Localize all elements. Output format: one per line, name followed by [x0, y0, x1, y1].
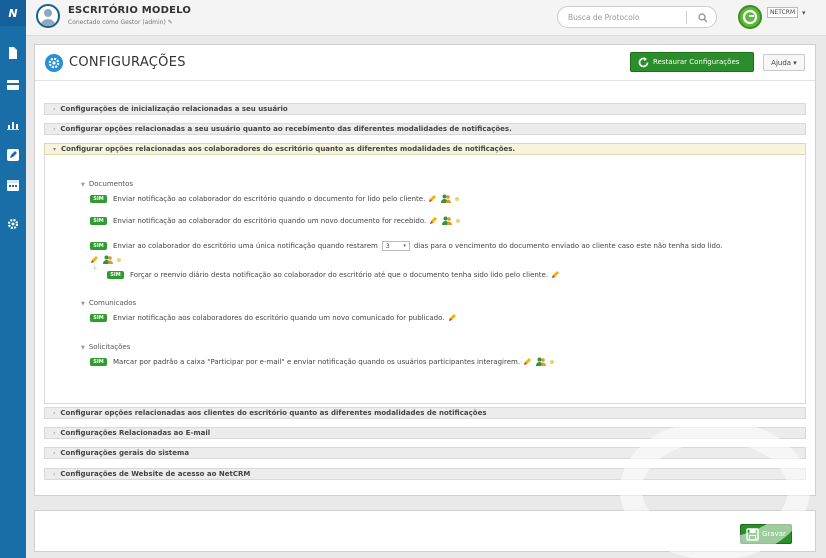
status-dot-icon — [455, 196, 460, 201]
days-select[interactable]: 3 ▾ — [381, 241, 410, 251]
help-button[interactable]: Ajuda ▾ — [763, 54, 805, 71]
top-bar: ESCRITÓRIO MODELO Conectado como Gestor … — [26, 0, 826, 36]
logged-as-text[interactable]: Conectado como Gestor (admin) ✎ — [68, 19, 173, 26]
chevron-right-icon: › — [53, 430, 56, 437]
refresh-icon — [637, 56, 650, 69]
chevron-right-icon: › — [53, 106, 56, 113]
chart-icon[interactable] — [6, 118, 20, 132]
users-icon[interactable] — [441, 194, 452, 203]
search-placeholder: Busca de Protocolo — [568, 13, 640, 22]
option-label-suffix: dias para o vencimento do documento envi… — [413, 242, 723, 250]
sub-item-marker-icon: └ — [93, 266, 97, 273]
panel-header: CONFIGURAÇÕES Restaurar Configurações Aj… — [35, 45, 815, 81]
divider — [686, 11, 687, 24]
save-icon — [746, 528, 759, 541]
option-doc-due: SIM Enviar ao colaborador do escritório … — [90, 241, 722, 251]
app-logo[interactable]: N — [0, 0, 26, 26]
users-icon[interactable] — [536, 357, 547, 366]
card-icon[interactable] — [6, 78, 20, 92]
accordion-label: Configurações gerais do sistema — [60, 449, 190, 457]
restore-settings-label: Restaurar Configurações — [653, 58, 740, 66]
gear-icon[interactable] — [6, 217, 20, 231]
toggle-sim[interactable]: SIM — [90, 216, 107, 225]
users-icon[interactable] — [103, 255, 113, 264]
toggle-sim[interactable]: SIM — [90, 313, 107, 322]
option-label: Enviar notificação ao colaborador do esc… — [113, 194, 426, 203]
footer-bar: Gravar — [34, 510, 816, 552]
accordion-item-email[interactable]: › Configurações Relacionadas ao E-mail — [44, 427, 806, 439]
page-title: CONFIGURAÇÕES — [69, 55, 186, 70]
save-label: Gravar — [762, 530, 786, 538]
edit-icon[interactable] — [6, 148, 20, 162]
option-announcement: SIM Enviar notificação aos colaboradores… — [90, 313, 457, 322]
office-name: ESCRITÓRIO MODELO — [68, 5, 192, 16]
accordion-item-staff-notifications[interactable]: ▾ Configurar opções relacionadas aos cola… — [44, 143, 806, 155]
toggle-sim[interactable]: SIM — [90, 357, 107, 366]
option-requests: SIM Marcar por padrão a caixa "Participa… — [90, 357, 555, 366]
save-button[interactable]: Gravar — [740, 524, 792, 544]
toggle-sim[interactable]: SIM — [90, 242, 107, 250]
accordion-content: ▼ Documentos SIM Enviar notificação ao co… — [44, 156, 806, 404]
settings-panel: CONFIGURAÇÕES Restaurar Configurações Aj… — [34, 44, 816, 496]
status-dot-icon — [117, 257, 121, 262]
users-icon[interactable] — [442, 216, 453, 225]
section-title-solicitacoes: ▼ Solicitações — [81, 343, 131, 351]
chevron-right-icon: › — [53, 450, 56, 457]
option-label: Forçar o reenvio diário desta notificaçã… — [130, 270, 549, 279]
option-doc-resend: SIM Forçar o reenvio diário desta notifi… — [107, 270, 560, 279]
chevron-right-icon: › — [53, 126, 56, 133]
chevron-right-icon: › — [53, 471, 56, 478]
toggle-sim[interactable]: SIM — [107, 270, 124, 279]
option-label: Enviar notificação ao colaborador do esc… — [113, 216, 427, 225]
option-label: Enviar ao colaborador do escritório uma … — [113, 242, 378, 250]
file-icon[interactable] — [6, 46, 20, 60]
option-label: Enviar notificação aos colaboradores do … — [113, 313, 445, 322]
accordion-item-user-notifications[interactable]: › Configurar opções relacionadas a seu us… — [44, 123, 806, 135]
accordion-label: Configurações de inicialização relaciona… — [60, 105, 288, 113]
avatar[interactable] — [36, 4, 60, 28]
section-title-comunicados: ▼ Comunicados — [81, 299, 137, 307]
chevron-down-icon[interactable]: ▾ — [802, 9, 806, 17]
section-title-documentos: ▼ Documentos — [81, 180, 134, 188]
pencil-icon[interactable] — [551, 270, 560, 279]
search-input[interactable]: Busca de Protocolo — [557, 6, 717, 28]
calendar-icon[interactable] — [6, 178, 20, 192]
accordion-label: Configurar opções relacionadas a seu usu… — [60, 125, 512, 133]
accordion-label: Configurar opções relacionadas aos clien… — [60, 409, 487, 417]
settings-gear-icon — [45, 54, 63, 72]
pencil-icon[interactable] — [429, 216, 438, 225]
accordion-item-general[interactable]: › Configurações gerais do sistema — [44, 447, 806, 459]
option-doc-due-icons — [90, 255, 121, 264]
chevron-right-icon: › — [53, 410, 56, 417]
brand-label[interactable]: NETCRM — [767, 7, 799, 18]
option-doc-read: SIM Enviar notificação ao colaborador do… — [90, 194, 460, 203]
restore-settings-button[interactable]: Restaurar Configurações — [630, 52, 754, 72]
accordion-item-client-notifications[interactable]: › Configurar opções relacionadas aos clie… — [44, 407, 806, 419]
accordion-item-website[interactable]: › Configurações de Website de acesso ao N… — [44, 468, 806, 480]
pencil-icon[interactable] — [523, 357, 532, 366]
accordion-item-startup[interactable]: › Configurações de inicialização relacion… — [44, 103, 806, 115]
chevron-down-icon: ▾ — [53, 146, 57, 153]
option-doc-received: SIM Enviar notificação ao colaborador do… — [90, 216, 461, 225]
option-label: Marcar por padrão a caixa "Participar po… — [113, 357, 521, 366]
accordion-label: Configurar opções relacionadas aos colab… — [61, 145, 516, 153]
search-icon[interactable] — [696, 11, 710, 25]
pencil-icon[interactable] — [90, 255, 99, 264]
accordion-label: Configurações de Website de acesso ao Ne… — [60, 470, 251, 478]
pencil-icon[interactable] — [428, 194, 437, 203]
left-sidebar: N — [0, 0, 26, 558]
netcrm-logo-icon[interactable] — [738, 5, 762, 29]
chevron-down-icon: ▾ — [403, 243, 406, 249]
accordion-label: Configurações Relacionadas ao E-mail — [60, 429, 211, 437]
status-dot-icon — [550, 359, 555, 364]
status-dot-icon — [456, 218, 461, 223]
pencil-icon[interactable] — [448, 313, 457, 322]
toggle-sim[interactable]: SIM — [90, 194, 107, 203]
